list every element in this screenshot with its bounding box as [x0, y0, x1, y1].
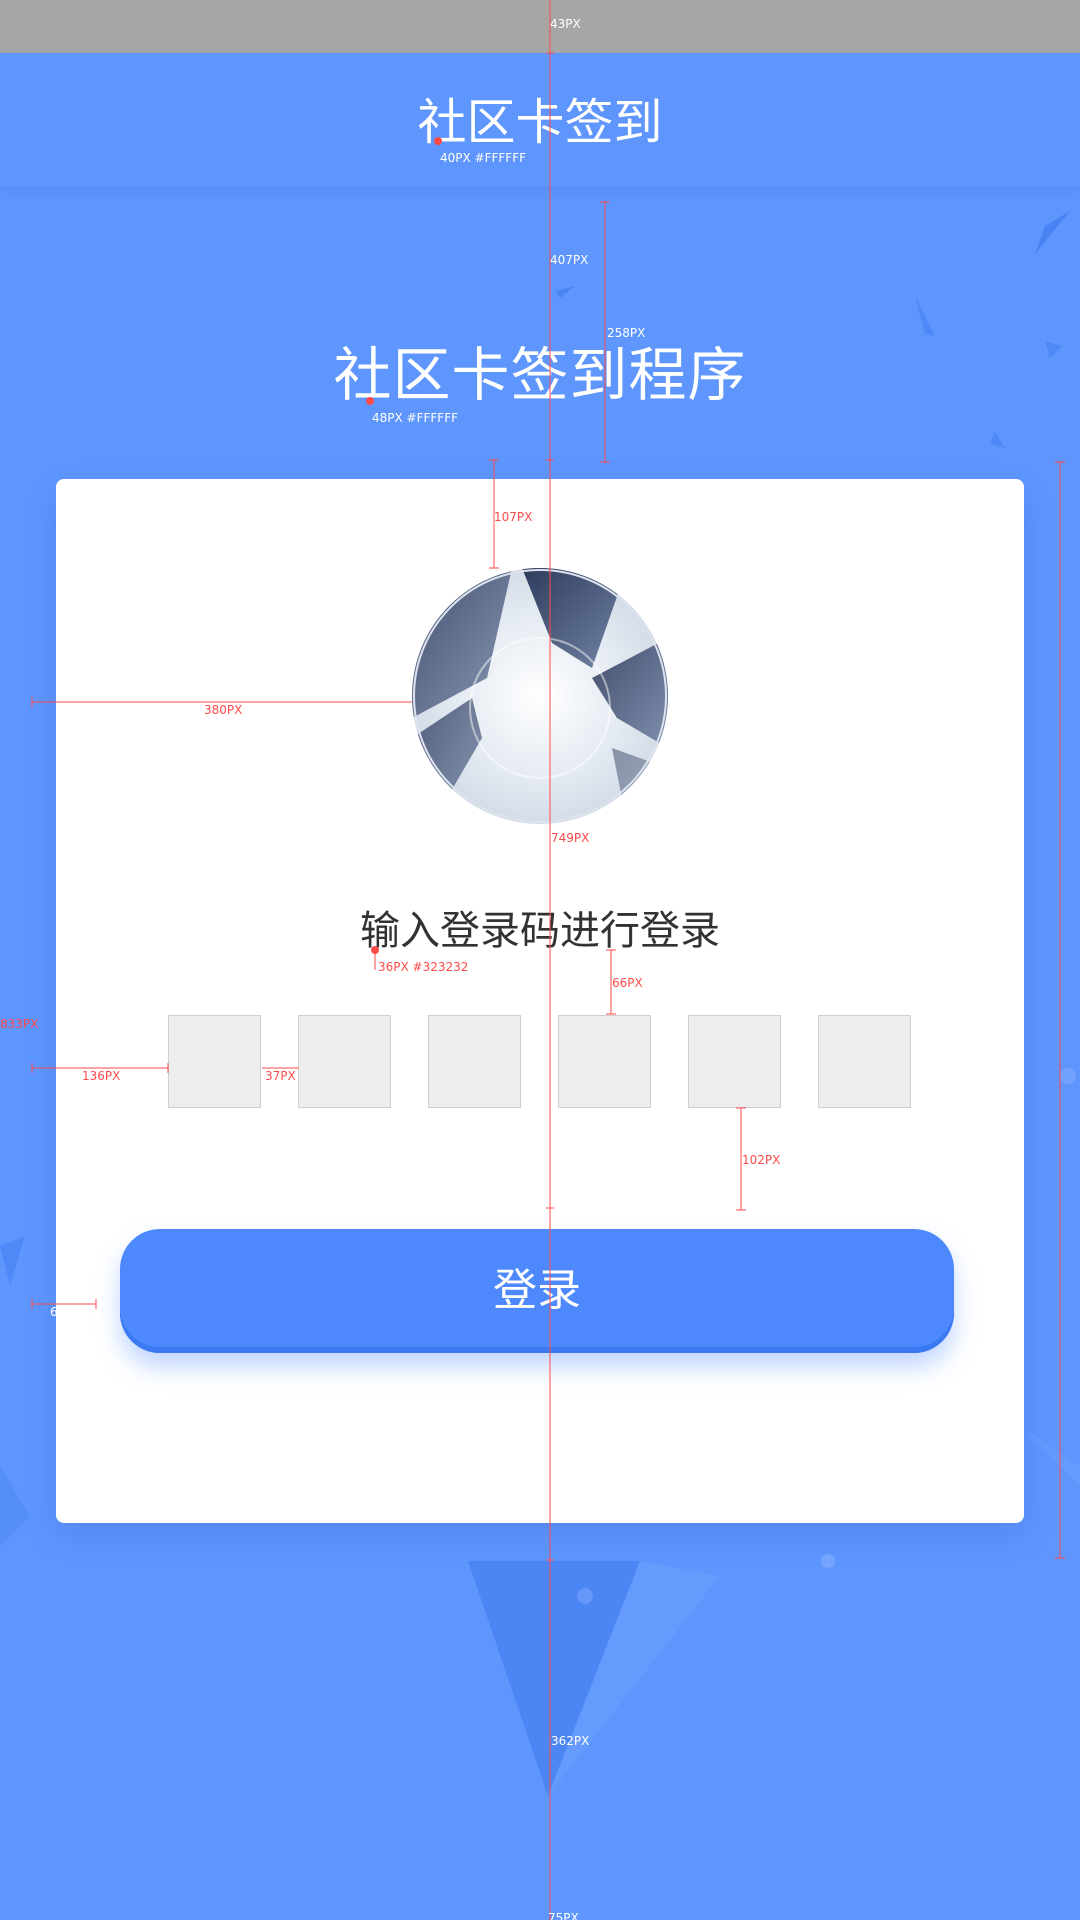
navigation-bar: 社区卡签到 [0, 53, 1080, 186]
code-digit-5[interactable] [688, 1015, 781, 1108]
status-bar [0, 0, 1080, 53]
login-code-inputs [168, 1015, 912, 1108]
anno-bottom-partial: 75PX [548, 1911, 579, 1920]
anno-gap-407: 407PX [550, 253, 588, 267]
code-digit-2[interactable] [298, 1015, 391, 1108]
anno-gap-362: 362PX [551, 1734, 589, 1748]
skyscraper-illustration [412, 568, 668, 824]
login-card: 输入登录码进行登录 登录 [56, 479, 1024, 1523]
anno-side-833: 833PX [0, 1017, 38, 1031]
anno-gap-258: 258PX [607, 326, 645, 340]
login-button[interactable]: 登录 [120, 1229, 954, 1353]
code-digit-1[interactable] [168, 1015, 261, 1108]
code-digit-4[interactable] [558, 1015, 651, 1108]
anno-title-font: 48PX #FFFFFF [372, 411, 458, 425]
page-title: 社区卡签到程序 [333, 341, 747, 409]
code-digit-6[interactable] [818, 1015, 911, 1108]
building-avatar-image [412, 568, 668, 824]
nav-title: 社区卡签到 [417, 94, 663, 151]
code-digit-3[interactable] [428, 1015, 521, 1108]
login-code-prompt: 输入登录码进行登录 [360, 908, 720, 954]
